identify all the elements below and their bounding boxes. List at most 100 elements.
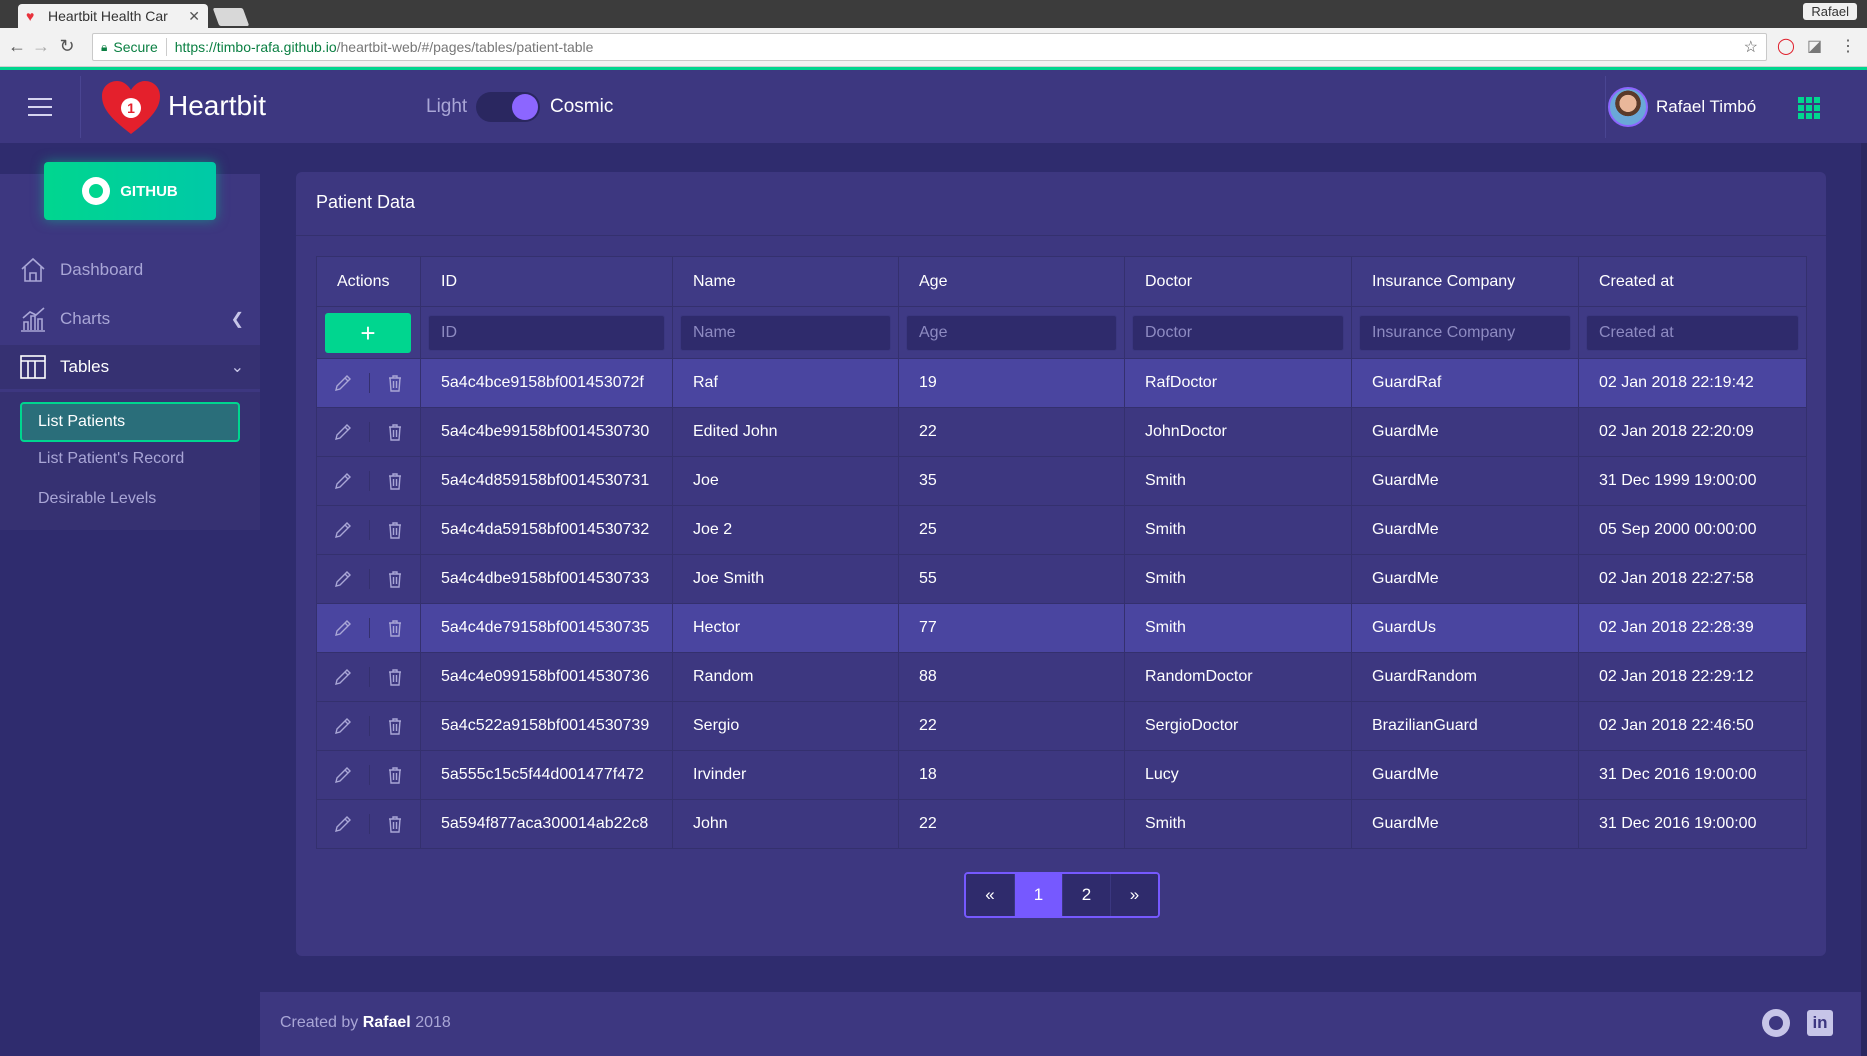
cell-doctor: Smith: [1124, 456, 1352, 506]
sidebar-subitem-list-patients[interactable]: List Patients: [20, 402, 240, 442]
table-row[interactable]: 5a4c4dbe9158bf0014530733 Joe Smith 55 Smith…: [316, 554, 1807, 604]
column-header-id[interactable]: ID: [420, 256, 673, 307]
row-actions: [316, 750, 421, 800]
edit-pencil-icon[interactable]: [318, 373, 369, 393]
patient-table: Actions ID Name Age Doctor Insurance Com…: [316, 256, 1807, 849]
user-name[interactable]: Rafael Timbó: [1656, 97, 1756, 117]
brand-name[interactable]: Heartbit: [168, 90, 266, 122]
delete-trash-icon[interactable]: [368, 373, 420, 393]
delete-trash-icon[interactable]: [368, 618, 420, 638]
table-row[interactable]: 5a4c4de79158bf0014530735 Hector 77 Smith Gua…: [316, 603, 1807, 653]
column-header-doctor[interactable]: Doctor: [1124, 256, 1352, 307]
table-row[interactable]: 5a4c4da59158bf0014530732 Joe 2 25 Smith Guar…: [316, 505, 1807, 555]
cell-id: 5a4c4d859158bf0014530731: [420, 456, 673, 506]
column-header-insurance[interactable]: Insurance Company: [1351, 256, 1579, 307]
delete-trash-icon[interactable]: [368, 716, 420, 736]
omnibox-divider: [165, 38, 167, 56]
cell-insurance: GuardUs: [1351, 603, 1579, 653]
cell-id: 5a4c4be99158bf0014530730: [420, 407, 673, 457]
delete-trash-icon[interactable]: [368, 667, 420, 687]
opera-extension-icon[interactable]: ◯: [1777, 36, 1795, 56]
delete-trash-icon[interactable]: [368, 569, 420, 589]
cell-name: Joe: [672, 456, 899, 506]
browser-profile[interactable]: Rafael: [1803, 3, 1857, 20]
pagination-page-button[interactable]: 1: [1014, 874, 1062, 916]
cell-id: 5a4c522a9158bf0014530739: [420, 701, 673, 751]
table-row[interactable]: 5a4c4e099158bf0014530736 Random 88 RandomDo…: [316, 652, 1807, 702]
edit-pencil-icon[interactable]: [318, 520, 369, 540]
back-icon[interactable]: ←: [6, 36, 28, 57]
footer-year: 2018: [415, 1014, 451, 1031]
forward-icon[interactable]: →: [30, 36, 52, 57]
footer-credits: Created by Rafael 2018: [280, 1014, 451, 1032]
github-icon[interactable]: [1762, 1009, 1790, 1037]
cell-created: 02 Jan 2018 22:29:12: [1578, 652, 1807, 702]
browser-tab[interactable]: ♥ Heartbit Health Car ✕: [18, 4, 208, 28]
column-header-age[interactable]: Age: [898, 256, 1125, 307]
edit-pencil-icon[interactable]: [318, 569, 369, 589]
table-row[interactable]: 5a4c4be99158bf0014530730 Edited John 22 Joh…: [316, 407, 1807, 457]
pagination-page-button[interactable]: 2: [1062, 874, 1110, 916]
filter-created-input[interactable]: [1586, 314, 1799, 351]
delete-trash-icon[interactable]: [368, 520, 420, 540]
cell-doctor: Smith: [1124, 505, 1352, 555]
theme-switch[interactable]: [476, 92, 540, 122]
edit-pencil-icon[interactable]: [318, 471, 369, 491]
avatar[interactable]: [1608, 87, 1648, 127]
edit-pencil-icon[interactable]: [318, 716, 369, 736]
address-bar[interactable]: 🔒︎ Secure https://timbo-rafa.github.io /…: [92, 33, 1767, 61]
tab-close-icon[interactable]: ✕: [188, 8, 200, 25]
add-patient-button[interactable]: +: [325, 312, 411, 353]
page-scrollbar[interactable]: [1861, 143, 1867, 1056]
table-row[interactable]: 5a4c522a9158bf0014530739 Sergio 22 SergioDo…: [316, 701, 1807, 751]
delete-trash-icon[interactable]: [368, 471, 420, 491]
linkedin-icon[interactable]: in: [1807, 1010, 1833, 1036]
table-row[interactable]: 5a594f877aca300014ab22c8 John 22 Smith Guard…: [316, 799, 1807, 849]
edit-pencil-icon[interactable]: [318, 814, 369, 834]
edit-pencil-icon[interactable]: [318, 667, 369, 687]
sidebar-item-tables[interactable]: Tables ⌄: [0, 345, 260, 389]
extension-icon[interactable]: ◪: [1807, 36, 1822, 56]
github-button[interactable]: GITHUB: [44, 162, 216, 220]
filter-insurance-input[interactable]: [1359, 314, 1571, 351]
sidebar-item-dashboard[interactable]: Dashboard: [0, 248, 260, 292]
filter-id-input[interactable]: [428, 314, 665, 351]
table-row[interactable]: 5a555c15c5f44d001477f472 Irvinder 18 Lucy Gu…: [316, 750, 1807, 800]
cell-name: Edited John: [672, 407, 899, 457]
delete-trash-icon[interactable]: [368, 765, 420, 785]
apps-grid-icon[interactable]: [1798, 97, 1820, 119]
table-row[interactable]: 5a4c4bce9158bf001453072f Raf 19 RafDoctor Gu…: [316, 358, 1807, 408]
filter-doctor-input[interactable]: [1132, 314, 1344, 351]
footer-author[interactable]: Rafael: [363, 1014, 411, 1031]
menu-toggle-icon[interactable]: [28, 98, 52, 118]
pagination-prev-button[interactable]: «: [966, 874, 1014, 916]
browser-menu-icon[interactable]: ⋮: [1840, 36, 1856, 56]
filter-cell: [898, 306, 1125, 359]
row-actions: [316, 505, 421, 555]
browser-tabstrip: ♥ Heartbit Health Car ✕ Rafael: [0, 0, 1867, 28]
pagination-next-button[interactable]: »: [1110, 874, 1158, 916]
edit-pencil-icon[interactable]: [318, 765, 369, 785]
column-header-created[interactable]: Created at: [1578, 256, 1807, 307]
sidebar-subitem-desirable-levels[interactable]: Desirable Levels: [38, 490, 156, 508]
cell-insurance: GuardRandom: [1351, 652, 1579, 702]
sidebar-item-charts[interactable]: Charts ❮: [0, 297, 260, 341]
row-actions: [316, 554, 421, 604]
bookmark-star-icon[interactable]: ☆: [1744, 37, 1758, 57]
filter-name-input[interactable]: [680, 314, 891, 351]
edit-pencil-icon[interactable]: [318, 422, 369, 442]
reload-icon[interactable]: ↻: [56, 36, 78, 57]
sidebar-item-label: Charts: [60, 309, 111, 328]
new-tab-button[interactable]: [212, 8, 250, 26]
edit-pencil-icon[interactable]: [318, 618, 369, 638]
heart-logo-icon[interactable]: 1: [100, 80, 162, 136]
sidebar-subitem-label: List Patients: [38, 413, 126, 430]
filter-age-input[interactable]: [906, 314, 1117, 351]
delete-trash-icon[interactable]: [368, 814, 420, 834]
table-row[interactable]: 5a4c4d859158bf0014530731 Joe 35 Smith GuardM…: [316, 456, 1807, 506]
delete-trash-icon[interactable]: [368, 422, 420, 442]
column-header-name[interactable]: Name: [672, 256, 899, 307]
cell-insurance: GuardMe: [1351, 505, 1579, 555]
sidebar-subitem-patient-record[interactable]: List Patient's Record: [38, 450, 184, 468]
theme-switch-knob: [512, 94, 538, 120]
